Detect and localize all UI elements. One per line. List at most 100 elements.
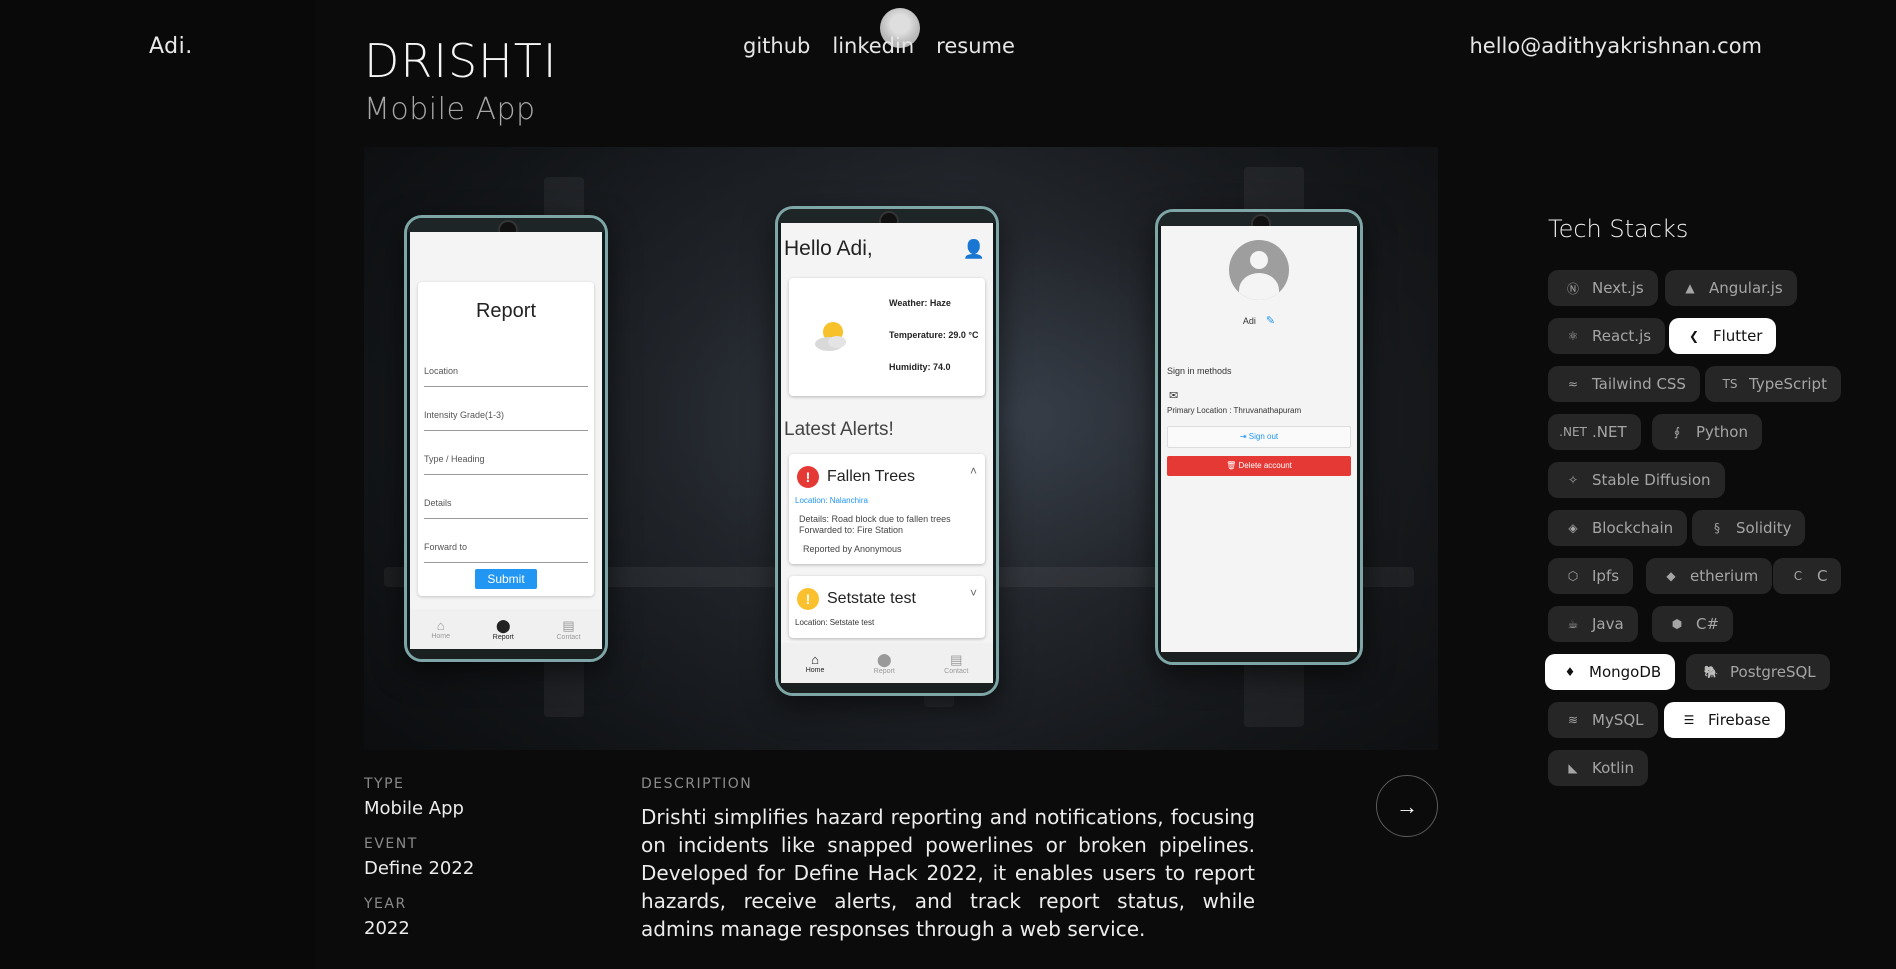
chip-dotnet[interactable]: .NET .NET [1548, 414, 1641, 450]
nav-report[interactable]: ⬤ Report [493, 618, 514, 641]
nav-resume[interactable]: resume [936, 34, 1015, 58]
event-value: Define 2022 [364, 858, 475, 879]
alert-warning-icon: ! [797, 588, 819, 610]
postgresql-icon: 🐘 [1703, 665, 1719, 679]
nav-contact[interactable]: ▤ Contact [557, 618, 581, 641]
firebase-icon: ☰ [1683, 713, 1695, 727]
chip-postgresql[interactable]: 🐘 PostgreSQL [1686, 654, 1830, 690]
alert-card-fallen-trees[interactable]: ! Fallen Trees ˄ Location: Nalanchira De… [789, 454, 985, 564]
forward-field[interactable]: Forward to [424, 542, 588, 563]
alert-details: Details: Road block due to fallen trees [799, 514, 951, 524]
report-pin-icon: ⬤ [876, 651, 892, 667]
chip-stable-diffusion[interactable]: ✧ Stable Diffusion [1548, 462, 1725, 498]
alert-title: Fallen Trees [827, 468, 916, 485]
nav-linkedin[interactable]: linkedin [832, 34, 914, 58]
details-field[interactable]: Details [424, 498, 588, 519]
phone-home-screen: Hello Adi, 👤 Weather: Haze Temperature: … [775, 206, 999, 696]
mongodb-icon: ♦ [1564, 665, 1576, 679]
alert-error-icon: ! [797, 466, 819, 488]
alert-location: Location: Nalanchira [795, 496, 868, 505]
solidity-icon: § [1714, 521, 1720, 535]
type-value: Mobile App [364, 798, 464, 819]
contact-card-icon: ▤ [950, 651, 963, 667]
angular-icon: ▲ [1685, 281, 1695, 295]
alert-location-2: Location: Setstate test [795, 618, 875, 627]
alerts-heading: Latest Alerts! [784, 419, 894, 440]
chip-c[interactable]: CC [1773, 558, 1842, 594]
chip-ipfs[interactable]: ⬡ Ipfs [1548, 558, 1634, 594]
mail-icon: ✉ [1169, 390, 1179, 402]
tech-stacks-title: Tech Stacks [1548, 215, 1689, 243]
location-field[interactable]: Location [424, 366, 588, 387]
profile-avatar [1229, 240, 1289, 300]
alert-reporter: Reported by Anonymous [803, 544, 902, 554]
chip-ethereum[interactable]: ◆ etherium [1646, 558, 1773, 594]
chip-blockchain[interactable]: ◈ Blockchain [1548, 510, 1688, 546]
edit-pencil-icon[interactable]: ✎ [1266, 315, 1275, 327]
nav-home[interactable]: ⌂ Home [431, 618, 450, 640]
project-subtitle: Mobile App [364, 92, 536, 127]
chip-firebase[interactable]: ☰ Firebase [1664, 702, 1785, 738]
sign-in-methods-label: Sign in methods [1167, 366, 1232, 376]
chip-flutter[interactable]: ❮ Flutter [1669, 318, 1777, 354]
email-link[interactable]: hello@adithyakrishnan.com [1469, 34, 1762, 58]
typescript-icon: TS [1722, 377, 1738, 391]
nav-report-2[interactable]: ⬤ Report [874, 652, 895, 675]
chip-csharp[interactable]: ⬢ C# [1652, 606, 1734, 642]
ipfs-icon: ⬡ [1567, 569, 1579, 583]
java-icon: ☕ [1567, 617, 1579, 631]
alert-forwarded: Forwarded to: Fire Station [799, 525, 904, 535]
chip-nextjs[interactable]: Ⓝ Next.js [1548, 270, 1658, 306]
profile-name-row: Adi ✎ [1161, 314, 1357, 327]
chip-angularjs[interactable]: ▲ Angular.js [1665, 270, 1797, 306]
type-label: TYPE [364, 776, 405, 792]
description-text: Drishti simplifies hazard reporting and … [641, 805, 1255, 941]
kotlin-icon: ◣ [1568, 761, 1578, 775]
chip-mysql[interactable]: ≋ MySQL [1548, 702, 1658, 738]
home-icon: ⌂ [811, 652, 819, 667]
nav-home-2[interactable]: ⌂ Home [806, 652, 825, 674]
next-project-button[interactable]: → [1376, 775, 1438, 837]
chip-reactjs[interactable]: ⚛ React.js [1548, 318, 1666, 354]
dotnet-icon: .NET [1559, 425, 1587, 439]
chevron-up-icon[interactable]: ˄ [970, 464, 977, 478]
alert-card-setstate[interactable]: ! Setstate test ˅ Location: Setstate tes… [789, 576, 985, 638]
nextjs-icon: Ⓝ [1566, 281, 1579, 296]
tailwind-icon: ≈ [1567, 377, 1579, 391]
intensity-field[interactable]: Intensity Grade(1-3) [424, 410, 588, 431]
csharp-icon: ⬢ [1671, 617, 1683, 631]
ethereum-icon: ◆ [1666, 569, 1676, 583]
profile-name: Adi [1242, 316, 1256, 326]
alert-title-2: Setstate test [827, 590, 916, 607]
project-title: DRISHTI [364, 34, 558, 88]
weather-card: Weather: Haze Temperature: 29.0 °C Humid… [789, 278, 985, 396]
description-label: DESCRIPTION [641, 776, 753, 792]
chip-python[interactable]: ∮ Python [1652, 414, 1762, 450]
humidity-text: Humidity: 74.0 [889, 362, 951, 372]
chip-kotlin[interactable]: ◣ Kotlin [1548, 750, 1648, 786]
arrow-right-icon: → [1396, 794, 1418, 819]
chip-tailwind[interactable]: ≈ Tailwind CSS [1548, 366, 1700, 402]
report-title: Report [475, 300, 537, 322]
user-icon[interactable]: 👤 [963, 239, 985, 260]
delete-account-button[interactable]: 🗑 Delete account [1167, 456, 1351, 476]
site-logo[interactable]: Adi. [149, 34, 193, 59]
sign-out-button[interactable]: ⇥ Sign out [1167, 426, 1351, 448]
chip-solidity[interactable]: § Solidity [1692, 510, 1806, 546]
chip-typescript[interactable]: TS TypeScript [1705, 366, 1841, 402]
submit-button[interactable]: Submit [475, 569, 537, 589]
primary-location: Primary Location : Thruvanathapuram [1167, 406, 1302, 415]
blockchain-icon: ◈ [1568, 521, 1578, 535]
home-bottom-nav: ⌂ Home ⬤ Report ▤ Contact [781, 643, 993, 683]
year-value: 2022 [364, 918, 410, 939]
nav-github[interactable]: github [743, 34, 810, 58]
home-icon: ⌂ [436, 618, 445, 633]
chip-mongodb[interactable]: ♦ MongoDB [1545, 654, 1676, 690]
top-nav: github linkedin resume [743, 34, 1015, 58]
left-backdrop [0, 0, 315, 969]
nav-contact-2[interactable]: ▤ Contact [944, 652, 968, 675]
stable-diffusion-icon: ✧ [1567, 473, 1579, 487]
chevron-down-icon[interactable]: ˅ [970, 586, 977, 600]
chip-java[interactable]: ☕ Java [1548, 606, 1638, 642]
type-field[interactable]: Type / Heading [424, 454, 588, 475]
